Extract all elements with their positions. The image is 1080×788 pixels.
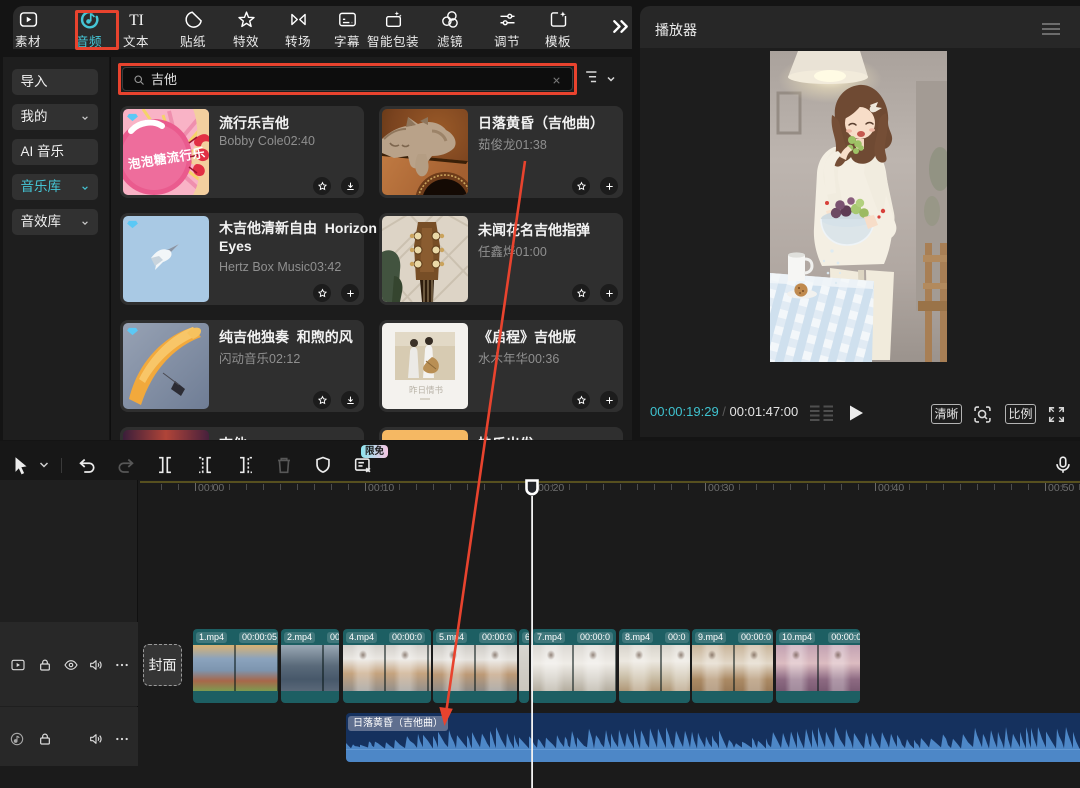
svg-text:TI: TI: [129, 12, 143, 29]
svg-text:昨日情书: 昨日情书: [409, 385, 444, 395]
